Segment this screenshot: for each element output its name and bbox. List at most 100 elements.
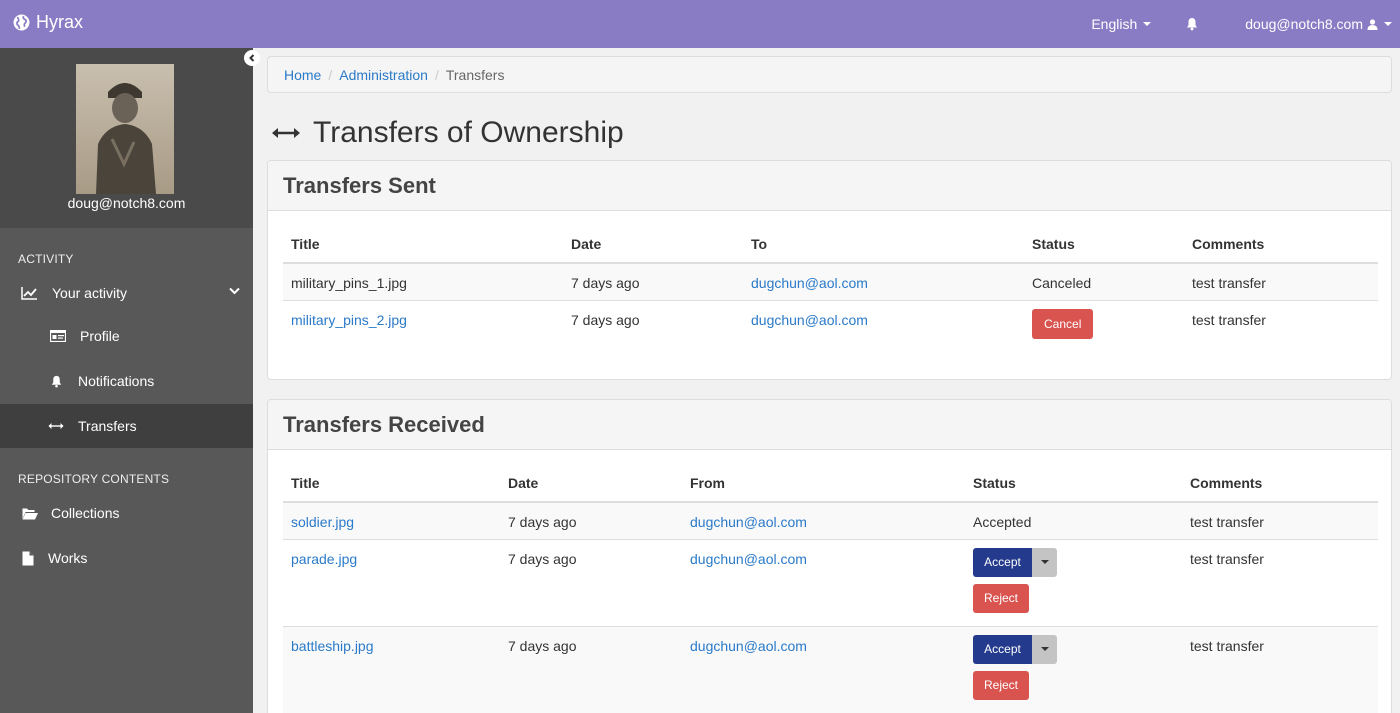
breadcrumb-separator: / [328, 66, 333, 83]
column-header: Comments [1184, 225, 1378, 264]
caret-down-icon [1384, 22, 1392, 26]
transfer-comments: test transfer [1184, 262, 1378, 300]
column-header: Comments [1182, 464, 1378, 503]
globe-icon [13, 14, 30, 31]
sidebar-item-label: Transfers [78, 418, 137, 434]
work-title-link[interactable]: parade.jpg [291, 551, 357, 567]
table-row: military_pins_1.jpg 7 days ago dugchun@a… [283, 262, 1378, 300]
transfer-comments: test transfer [1182, 501, 1378, 539]
accept-button[interactable]: Accept [973, 547, 1032, 577]
sidebar-item-label: Profile [80, 328, 120, 344]
sidebar-item-your-activity[interactable]: Your activity [0, 271, 253, 315]
work-title-link[interactable]: battleship.jpg [291, 638, 374, 654]
avatar[interactable] [76, 64, 174, 194]
brand-link[interactable]: Hyrax [13, 12, 83, 33]
sidebar-item-label: Collections [51, 505, 120, 521]
transfer-status: Accepted [965, 501, 1182, 539]
sidebar-toggle[interactable] [244, 50, 260, 66]
sidebar-item-works[interactable]: Works [0, 536, 253, 580]
profile-block: doug@notch8.com [0, 48, 253, 228]
column-header: Date [500, 464, 682, 503]
sidebar-item-collections[interactable]: Collections [0, 491, 253, 535]
page-title: Transfers of Ownership [271, 116, 624, 150]
cancel-transfer-button[interactable]: Cancel [1032, 308, 1094, 339]
column-header: From [682, 464, 965, 503]
column-header: Status [1024, 225, 1184, 264]
breadcrumb-home[interactable]: Home [284, 67, 321, 83]
sender-link[interactable]: dugchun@aol.com [690, 551, 807, 567]
breadcrumb-administration[interactable]: Administration [339, 67, 428, 83]
bell-icon [46, 375, 66, 388]
activity-section-label: ACTIVITY [18, 252, 74, 266]
caret-down-icon [1040, 560, 1049, 564]
bell-icon [1187, 18, 1198, 31]
repository-section-label: REPOSITORY CONTENTS [18, 472, 170, 486]
user-menu[interactable]: doug@notch8.com [1245, 16, 1392, 32]
transfer-comments: test transfer [1182, 625, 1378, 713]
reject-button[interactable]: Reject [973, 583, 1029, 613]
table-header-row: Title Date To Status Comments [283, 225, 1378, 264]
table-row: parade.jpg 7 days ago dugchun@aol.com Ac… [283, 538, 1378, 626]
chevron-left-icon [249, 54, 255, 62]
transfers-sent-panel: Transfers Sent Title Date To Status Comm… [267, 160, 1392, 380]
sender-link[interactable]: dugchun@aol.com [690, 514, 807, 530]
accept-button-group: Accept [973, 547, 1057, 577]
transfers-received-panel: Transfers Received Title Date From Statu… [267, 399, 1392, 713]
transfer-date: 7 days ago [563, 262, 743, 300]
arrows-horizontal-icon [46, 422, 66, 430]
language-menu[interactable]: English [1091, 16, 1152, 32]
brand-name: Hyrax [36, 12, 84, 32]
table-header-row: Title Date From Status Comments [283, 464, 1378, 503]
table-row: military_pins_2.jpg 7 days ago dugchun@a… [283, 299, 1378, 348]
sender-link[interactable]: dugchun@aol.com [690, 638, 807, 654]
folder-open-icon [20, 507, 40, 520]
column-header: Title [283, 464, 500, 503]
file-icon [18, 551, 38, 566]
accept-options-toggle[interactable] [1032, 634, 1057, 664]
transfer-date: 7 days ago [500, 501, 682, 539]
transfers-sent-heading: Transfers Sent [268, 161, 1391, 211]
caret-down-icon [1040, 647, 1049, 651]
language-label: English [1091, 16, 1138, 32]
top-navbar: Hyrax English doug@notch8.com [0, 0, 1400, 48]
table-row: soldier.jpg 7 days ago dugchun@aol.com A… [283, 501, 1378, 539]
accept-button[interactable]: Accept [973, 634, 1032, 664]
sidebar-item-profile[interactable]: Profile [0, 314, 253, 358]
sidebar-item-label: Notifications [78, 373, 155, 389]
sidebar-item-notifications[interactable]: Notifications [0, 359, 253, 403]
chevron-down-icon [229, 287, 240, 295]
table-row: battleship.jpg 7 days ago dugchun@aol.co… [283, 625, 1378, 713]
page-title-text: Transfers of Ownership [313, 116, 624, 149]
recipient-link[interactable]: dugchun@aol.com [751, 312, 868, 328]
work-title-link[interactable]: soldier.jpg [291, 514, 354, 530]
notifications-button[interactable] [1185, 17, 1199, 31]
transfers-sent-table: Title Date To Status Comments military_p… [283, 225, 1378, 348]
transfer-date: 7 days ago [563, 299, 743, 348]
work-title-link[interactable]: military_pins_2.jpg [291, 312, 407, 328]
column-header: Status [965, 464, 1182, 503]
transfer-title: military_pins_1.jpg [283, 262, 563, 300]
caret-down-icon [1143, 22, 1152, 26]
column-header: Title [283, 225, 563, 264]
transfer-status: Canceled [1024, 262, 1184, 300]
transfer-comments: test transfer [1184, 299, 1378, 348]
user-email: doug@notch8.com [1245, 16, 1363, 32]
breadcrumb: Home / Administration / Transfers [267, 56, 1392, 93]
sidebar-item-label: Your activity [52, 285, 127, 301]
transfer-date: 7 days ago [500, 625, 682, 713]
recipient-link[interactable]: dugchun@aol.com [751, 275, 868, 291]
accept-button-group: Accept [973, 634, 1057, 664]
arrows-horizontal-icon [271, 126, 301, 140]
profile-email: doug@notch8.com [67, 195, 186, 211]
column-header: To [743, 225, 1024, 264]
sidebar-item-label: Works [48, 550, 88, 566]
accept-options-toggle[interactable] [1032, 547, 1057, 577]
transfer-date: 7 days ago [500, 538, 682, 626]
sidebar-item-transfers[interactable]: Transfers [0, 404, 253, 448]
line-chart-icon [20, 286, 38, 300]
reject-button[interactable]: Reject [973, 670, 1029, 700]
transfers-received-table: Title Date From Status Comments soldier.… [283, 464, 1378, 713]
breadcrumb-current: Transfers [445, 66, 505, 83]
id-card-icon [48, 330, 68, 342]
transfers-received-heading: Transfers Received [268, 400, 1391, 450]
